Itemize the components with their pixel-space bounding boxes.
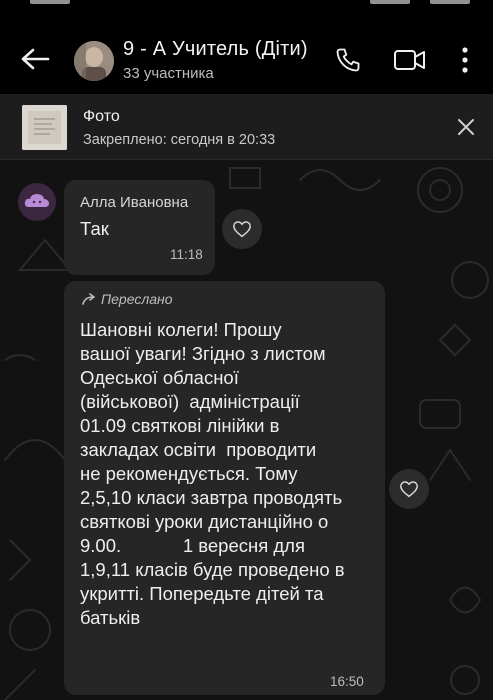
pinned-close-button[interactable]: [456, 117, 478, 139]
call-button[interactable]: [333, 45, 363, 75]
chat-header: 9 - А Учитель (Діти) 33 участника: [0, 14, 493, 94]
react-button[interactable]: [389, 469, 429, 509]
message-line: закладах освіти проводити: [80, 439, 317, 460]
message-text: Так: [80, 218, 109, 239]
message-time: 11:18: [170, 247, 203, 262]
chat-title[interactable]: 9 - А Учитель (Діти): [123, 38, 308, 61]
cloud-avatar-icon: [18, 183, 56, 221]
message-line: 01.09 святкові лінійки в: [80, 415, 280, 436]
sender-avatar[interactable]: [18, 183, 56, 221]
more-options-button[interactable]: [452, 45, 478, 75]
arrow-left-icon: [21, 48, 50, 70]
message-bubble[interactable]: Алла Ивановна Так 11:18: [64, 180, 215, 275]
status-bar: [0, 0, 493, 14]
group-avatar[interactable]: [74, 41, 114, 81]
message-line: (військової) адміністрації: [80, 391, 300, 412]
message-line: вашої уваги! Згідно з листом: [80, 343, 326, 364]
message-line: 2,5,10 класи завтра проводять: [80, 487, 343, 508]
close-icon: [458, 119, 474, 135]
pinned-photo-thumbnail: [22, 105, 67, 150]
message-sender[interactable]: Алла Ивановна: [80, 194, 188, 211]
forwarded-message-bubble[interactable]: Переслано Шановні колеги! Прошу вашої ув…: [64, 281, 385, 695]
message-line: Шановні колеги! Прошу: [80, 319, 282, 340]
message-line: Одеської обласної: [80, 367, 239, 388]
video-camera-icon: [394, 50, 425, 70]
video-call-button[interactable]: [393, 45, 427, 75]
heart-icon: [233, 221, 251, 238]
forward-arrow-icon: [82, 293, 95, 305]
message-line: святкові уроки дистанційно о: [80, 511, 329, 532]
forwarded-label: Переслано: [82, 291, 173, 307]
pinned-subtitle: Закреплено: сегодня в 20:33: [83, 132, 276, 148]
message-line: батьків: [80, 607, 141, 628]
more-vertical-icon: [462, 47, 468, 73]
pinned-message-bar[interactable]: Фото Закреплено: сегодня в 20:33: [0, 94, 493, 160]
message-line: укритті. Попередьте дітей та: [80, 583, 324, 604]
back-button[interactable]: [18, 44, 52, 74]
message-text: Шановні колеги! Прошу вашої уваги! Згідн…: [80, 318, 380, 630]
message-line: 9.00. 1 вересня для: [80, 535, 305, 556]
message-line: не рекомендується. Тому: [80, 463, 298, 484]
heart-icon: [400, 481, 418, 498]
message-line: 1,9,11 класів буде проведено в: [80, 559, 345, 580]
participants-count: 33 участника: [123, 65, 214, 82]
pinned-title: Фото: [83, 108, 120, 125]
react-button[interactable]: [222, 209, 262, 249]
message-time: 16:50: [330, 674, 364, 689]
forwarded-label-text: Переслано: [101, 291, 173, 307]
phone-icon: [336, 48, 360, 72]
